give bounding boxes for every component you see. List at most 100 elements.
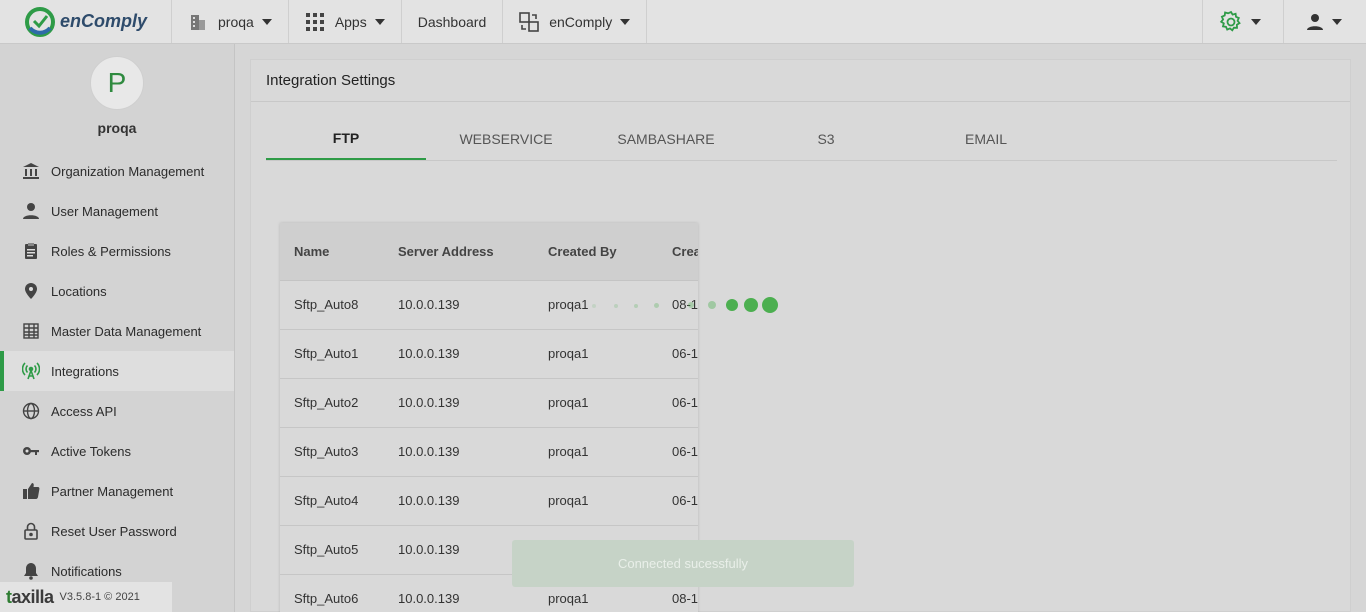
tab-email[interactable]: EMAIL [906, 118, 1066, 160]
sidebar-item-access-api[interactable]: Access API [0, 391, 234, 431]
app-name: enComply [60, 11, 148, 31]
building-icon [188, 12, 208, 32]
loader-dot [726, 299, 738, 311]
cell-created-by: proqa1 [534, 427, 658, 477]
table-row[interactable]: Sftp_Auto4 10.0.0.139 proqa1 06-1 [280, 476, 698, 526]
cell-created-on: 06-1 [658, 329, 698, 379]
loader-dot [634, 304, 638, 308]
table-icon [22, 322, 40, 340]
chevron-down-icon [1251, 18, 1261, 25]
sidebar-item-label: Reset User Password [51, 523, 177, 539]
loader-dot [762, 297, 778, 313]
table-row[interactable]: Sftp_Auto2 10.0.0.139 proqa1 06-1 [280, 378, 698, 428]
clipboard-icon [22, 242, 40, 260]
sidebar-item-roles-permissions[interactable]: Roles & Permissions [0, 231, 234, 271]
sidebar-item-label: Integrations [51, 363, 119, 379]
sidebar: P proqa Organization Management User Man… [0, 44, 235, 612]
sidebar-item-label: Roles & Permissions [51, 243, 171, 259]
cell-server-address: 10.0.0.139 [384, 280, 534, 330]
cell-server-address: 10.0.0.139 [384, 476, 534, 526]
app-logo[interactable]: enComply [0, 0, 172, 43]
cell-created-on: 06-1 [658, 378, 698, 428]
product-switcher[interactable]: enComply [503, 0, 648, 43]
chevron-down-icon [374, 18, 385, 25]
apps-menu[interactable]: Apps [289, 0, 402, 43]
column-header-name[interactable]: Name [280, 223, 384, 281]
table-row[interactable]: Sftp_Auto3 10.0.0.139 proqa1 06-1 [280, 427, 698, 477]
dashboard-link[interactable]: Dashboard [402, 0, 504, 43]
taxilla-logo: taxilla [6, 586, 54, 607]
sidebar-item-label: User Management [51, 203, 158, 219]
cell-server-address: 10.0.0.139 [384, 427, 534, 477]
avatar: P [90, 56, 144, 110]
sidebar-item-organization-management[interactable]: Organization Management [0, 151, 234, 191]
sidebar-item-label: Master Data Management [51, 323, 202, 339]
page-title: Integration Settings [251, 60, 1350, 102]
dashboard-label: Dashboard [417, 13, 487, 30]
key-icon [22, 442, 40, 460]
apps-label: Apps [334, 13, 367, 30]
cell-name: Sftp_Auto2 [280, 378, 384, 428]
version-label: V3.5.8-1 © 2021 [59, 591, 140, 603]
cell-name: Sftp_Auto6 [280, 574, 384, 612]
sidebar-menu: Organization Management User Management … [0, 151, 234, 591]
cell-created-by: proqa1 [534, 476, 658, 526]
sidebar-item-user-management[interactable]: User Management [0, 191, 234, 231]
person-icon [22, 202, 40, 220]
loader-dot [688, 302, 694, 308]
footer-brand: taxilla V3.5.8-1 © 2021 [0, 582, 172, 612]
bank-icon [22, 162, 40, 180]
cell-created-on: 06-1 [658, 427, 698, 477]
sidebar-item-label: Partner Management [51, 483, 174, 499]
thumbs-up-icon [22, 482, 40, 500]
cell-name: Sftp_Auto4 [280, 476, 384, 526]
table-row[interactable]: Sftp_Auto1 10.0.0.139 proqa1 06-1 [280, 329, 698, 379]
settings-menu[interactable] [1202, 0, 1283, 43]
sidebar-item-master-data-management[interactable]: Master Data Management [0, 311, 234, 351]
user-menu[interactable] [1283, 0, 1366, 43]
antenna-icon [22, 362, 40, 380]
loader-dot [592, 304, 596, 308]
sidebar-item-partner-management[interactable]: Partner Management [0, 471, 234, 511]
integration-tabs: FTP WEBSERVICE SAMBASHARE S3 EMAIL [266, 118, 1337, 161]
tab-ftp[interactable]: FTP [266, 118, 426, 160]
table-header-row: Name Server Address Created By Created O… [280, 223, 698, 281]
username: proqa [97, 120, 137, 136]
globe-icon [22, 402, 40, 420]
loader-dot [614, 304, 618, 308]
sidebar-item-integrations[interactable]: Integrations [0, 351, 234, 391]
sidebar-item-locations[interactable]: Locations [0, 271, 234, 311]
sidebar-item-label: Notifications [51, 563, 122, 579]
gear-icon [1219, 10, 1243, 34]
bell-icon [22, 562, 40, 580]
location-pin-icon [22, 282, 40, 300]
chevron-down-icon [620, 18, 631, 25]
sidebar-item-reset-user-password[interactable]: Reset User Password [0, 511, 234, 551]
cell-created-on: 06-1 [658, 476, 698, 526]
sidebar-item-label: Active Tokens [51, 443, 131, 459]
tab-webservice[interactable]: WEBSERVICE [426, 118, 586, 160]
column-header-server-address[interactable]: Server Address [384, 223, 534, 281]
lock-icon [22, 522, 40, 540]
success-toast[interactable]: Connected sucessfully [512, 540, 854, 587]
sidebar-item-label: Organization Management [51, 163, 205, 179]
product-label: enComply [549, 13, 613, 30]
column-header-created-by[interactable]: Created By [534, 223, 658, 281]
loading-indicator [592, 297, 782, 315]
cell-name: Sftp_Auto5 [280, 525, 384, 575]
top-navbar: enComply proqa Apps Dashboard enComply [0, 0, 1366, 44]
sidebar-item-active-tokens[interactable]: Active Tokens [0, 431, 234, 471]
loader-dot [708, 301, 716, 309]
sidebar-item-label: Locations [51, 283, 107, 299]
tab-sambashare[interactable]: SAMBASHARE [586, 118, 746, 160]
column-header-created-on[interactable]: Created On [658, 223, 698, 281]
org-switcher[interactable]: proqa [172, 0, 289, 43]
tab-s3[interactable]: S3 [746, 118, 906, 160]
org-label: proqa [218, 13, 254, 30]
cell-server-address: 10.0.0.139 [384, 378, 534, 428]
toast-message: Connected sucessfully [617, 556, 749, 571]
cell-created-by: proqa1 [534, 329, 658, 379]
cell-name: Sftp_Auto8 [280, 280, 384, 330]
person-icon [1306, 13, 1324, 31]
cell-created-by: proqa1 [534, 378, 658, 428]
